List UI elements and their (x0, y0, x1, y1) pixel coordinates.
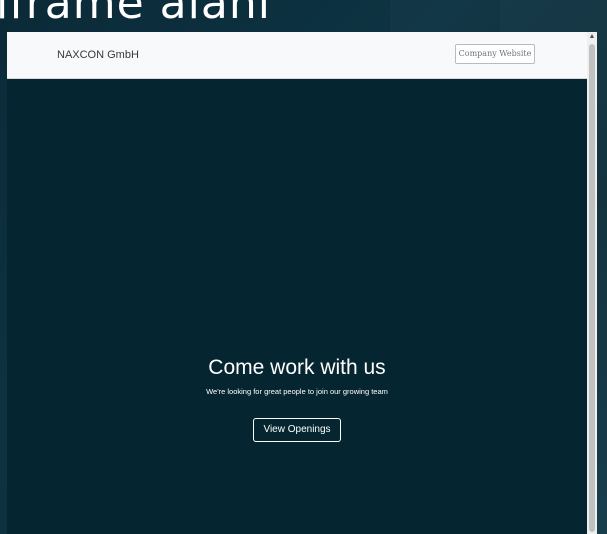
hero-section: Come work with us We're looking for grea… (7, 352, 587, 442)
scrollbar-thumb[interactable] (589, 44, 595, 532)
scroll-up-arrow-icon[interactable]: ▲ (587, 32, 597, 42)
iframe-scrollbar[interactable]: ▲ (587, 32, 597, 534)
brand-name[interactable]: NAXCON GmbH (57, 49, 139, 61)
company-website-button[interactable]: Company Website (455, 44, 535, 64)
page-heading: iframe alanı (0, 0, 271, 29)
hero-title: Come work with us (208, 356, 386, 379)
embedded-iframe[interactable]: NAXCON GmbH Company Website Come work wi… (7, 32, 597, 534)
iframe-navbar: NAXCON GmbH Company Website (7, 32, 587, 79)
hero-subtitle: We're looking for great people to join o… (206, 387, 388, 396)
view-openings-button[interactable]: View Openings (253, 418, 341, 442)
